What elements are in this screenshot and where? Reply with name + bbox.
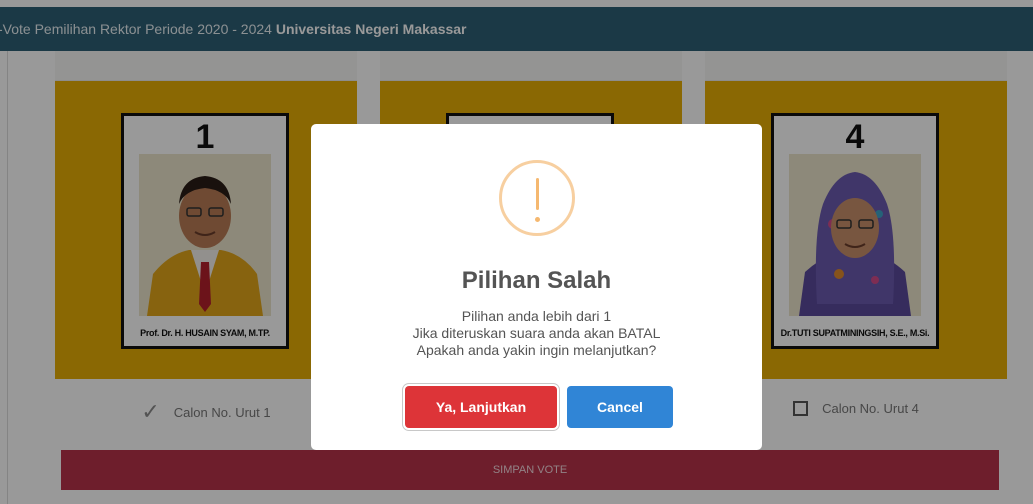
cancel-button[interactable]: Cancel xyxy=(567,386,673,428)
warning-icon xyxy=(499,160,575,236)
dialog-line-2: Jika diteruskan suara anda akan BATAL xyxy=(412,325,661,341)
dialog-line-1: Pilihan anda lebih dari 1 xyxy=(461,308,612,324)
warning-dialog: Pilihan Salah Pilihan anda lebih dari 1 … xyxy=(311,124,762,450)
dialog-message: Pilihan anda lebih dari 1 Jika diteruska… xyxy=(311,308,762,359)
dialog-emphasis: BATAL xyxy=(618,325,661,341)
dialog-actions: Ya, Lanjutkan Cancel xyxy=(311,386,762,428)
dialog-line-3: Apakah anda yakin ingin melanjutkan? xyxy=(416,342,657,358)
dialog-title: Pilihan Salah xyxy=(461,267,612,294)
confirm-button[interactable]: Ya, Lanjutkan xyxy=(405,386,557,428)
